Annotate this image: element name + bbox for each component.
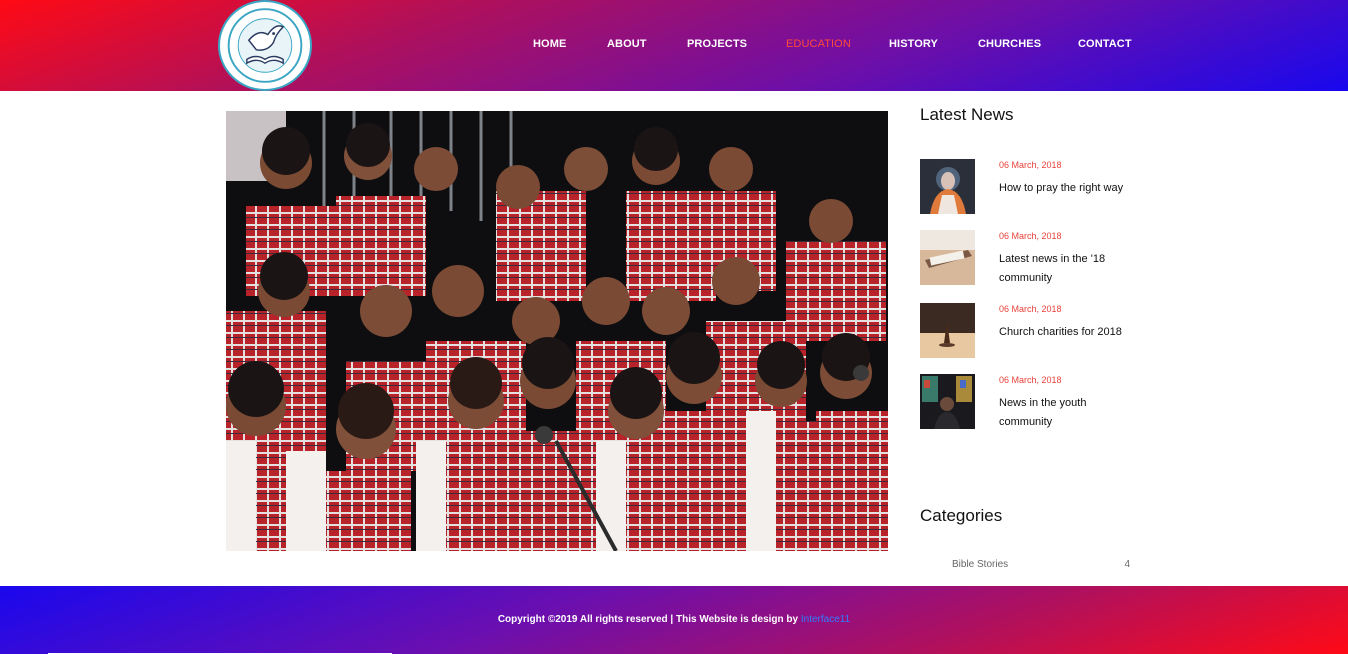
children-choir-photo bbox=[226, 111, 888, 551]
nav-about[interactable]: ABOUT bbox=[607, 38, 647, 50]
nav-churches[interactable]: CHURCHES bbox=[978, 38, 1041, 50]
candle-thumbnail[interactable] bbox=[920, 303, 975, 358]
categories-title: Categories bbox=[920, 506, 1003, 525]
nav-education[interactable]: EDUCATION bbox=[786, 38, 851, 50]
category-item[interactable]: Bible Stories 4 bbox=[952, 559, 1130, 573]
stained-glass-thumbnail[interactable] bbox=[920, 374, 975, 429]
photo-icon bbox=[226, 111, 888, 551]
news-item[interactable]: 06 March, 2018 How to pray the right way bbox=[920, 159, 1150, 215]
news-title[interactable]: Latest news in the '18 community bbox=[999, 250, 1139, 288]
news-title[interactable]: News in the youth community bbox=[999, 394, 1139, 432]
interface11-link[interactable]: Interface11 bbox=[801, 614, 850, 625]
praying-figure-thumbnail[interactable] bbox=[920, 159, 975, 214]
category-name[interactable]: Bible Stories bbox=[952, 559, 1008, 570]
bible-hand-thumbnail[interactable] bbox=[920, 230, 975, 285]
main-navigation: HOME ABOUT PROJECTS EDUCATION HISTORY CH… bbox=[0, 38, 1348, 54]
news-date: 06 March, 2018 bbox=[999, 375, 1062, 385]
nav-contact[interactable]: CONTACT bbox=[1078, 38, 1132, 50]
latest-news-title: Latest News bbox=[920, 105, 1014, 124]
news-date: 06 March, 2018 bbox=[999, 304, 1062, 314]
category-count: 4 bbox=[1124, 559, 1130, 570]
site-footer: Copyright ©2019 All rights reserved | Th… bbox=[0, 586, 1348, 654]
site-header: HOME ABOUT PROJECTS EDUCATION HISTORY CH… bbox=[0, 0, 1348, 91]
news-date: 06 March, 2018 bbox=[999, 160, 1062, 170]
news-item[interactable]: 06 March, 2018 Church charities for 2018 bbox=[920, 303, 1150, 359]
news-date: 06 March, 2018 bbox=[999, 231, 1062, 241]
news-item[interactable]: 06 March, 2018 News in the youth communi… bbox=[920, 374, 1150, 430]
copyright-text: Copyright ©2019 All rights reserved | Th… bbox=[0, 614, 1348, 625]
nav-history[interactable]: HISTORY bbox=[889, 38, 938, 50]
nav-projects[interactable]: PROJECTS bbox=[687, 38, 747, 50]
nav-home[interactable]: HOME bbox=[533, 38, 566, 50]
news-title[interactable]: How to pray the right way bbox=[999, 179, 1139, 198]
news-title[interactable]: Church charities for 2018 bbox=[999, 323, 1139, 342]
news-item[interactable]: 06 March, 2018 Latest news in the '18 co… bbox=[920, 230, 1150, 286]
copyright-label: Copyright ©2019 All rights reserved | Th… bbox=[497, 614, 801, 625]
